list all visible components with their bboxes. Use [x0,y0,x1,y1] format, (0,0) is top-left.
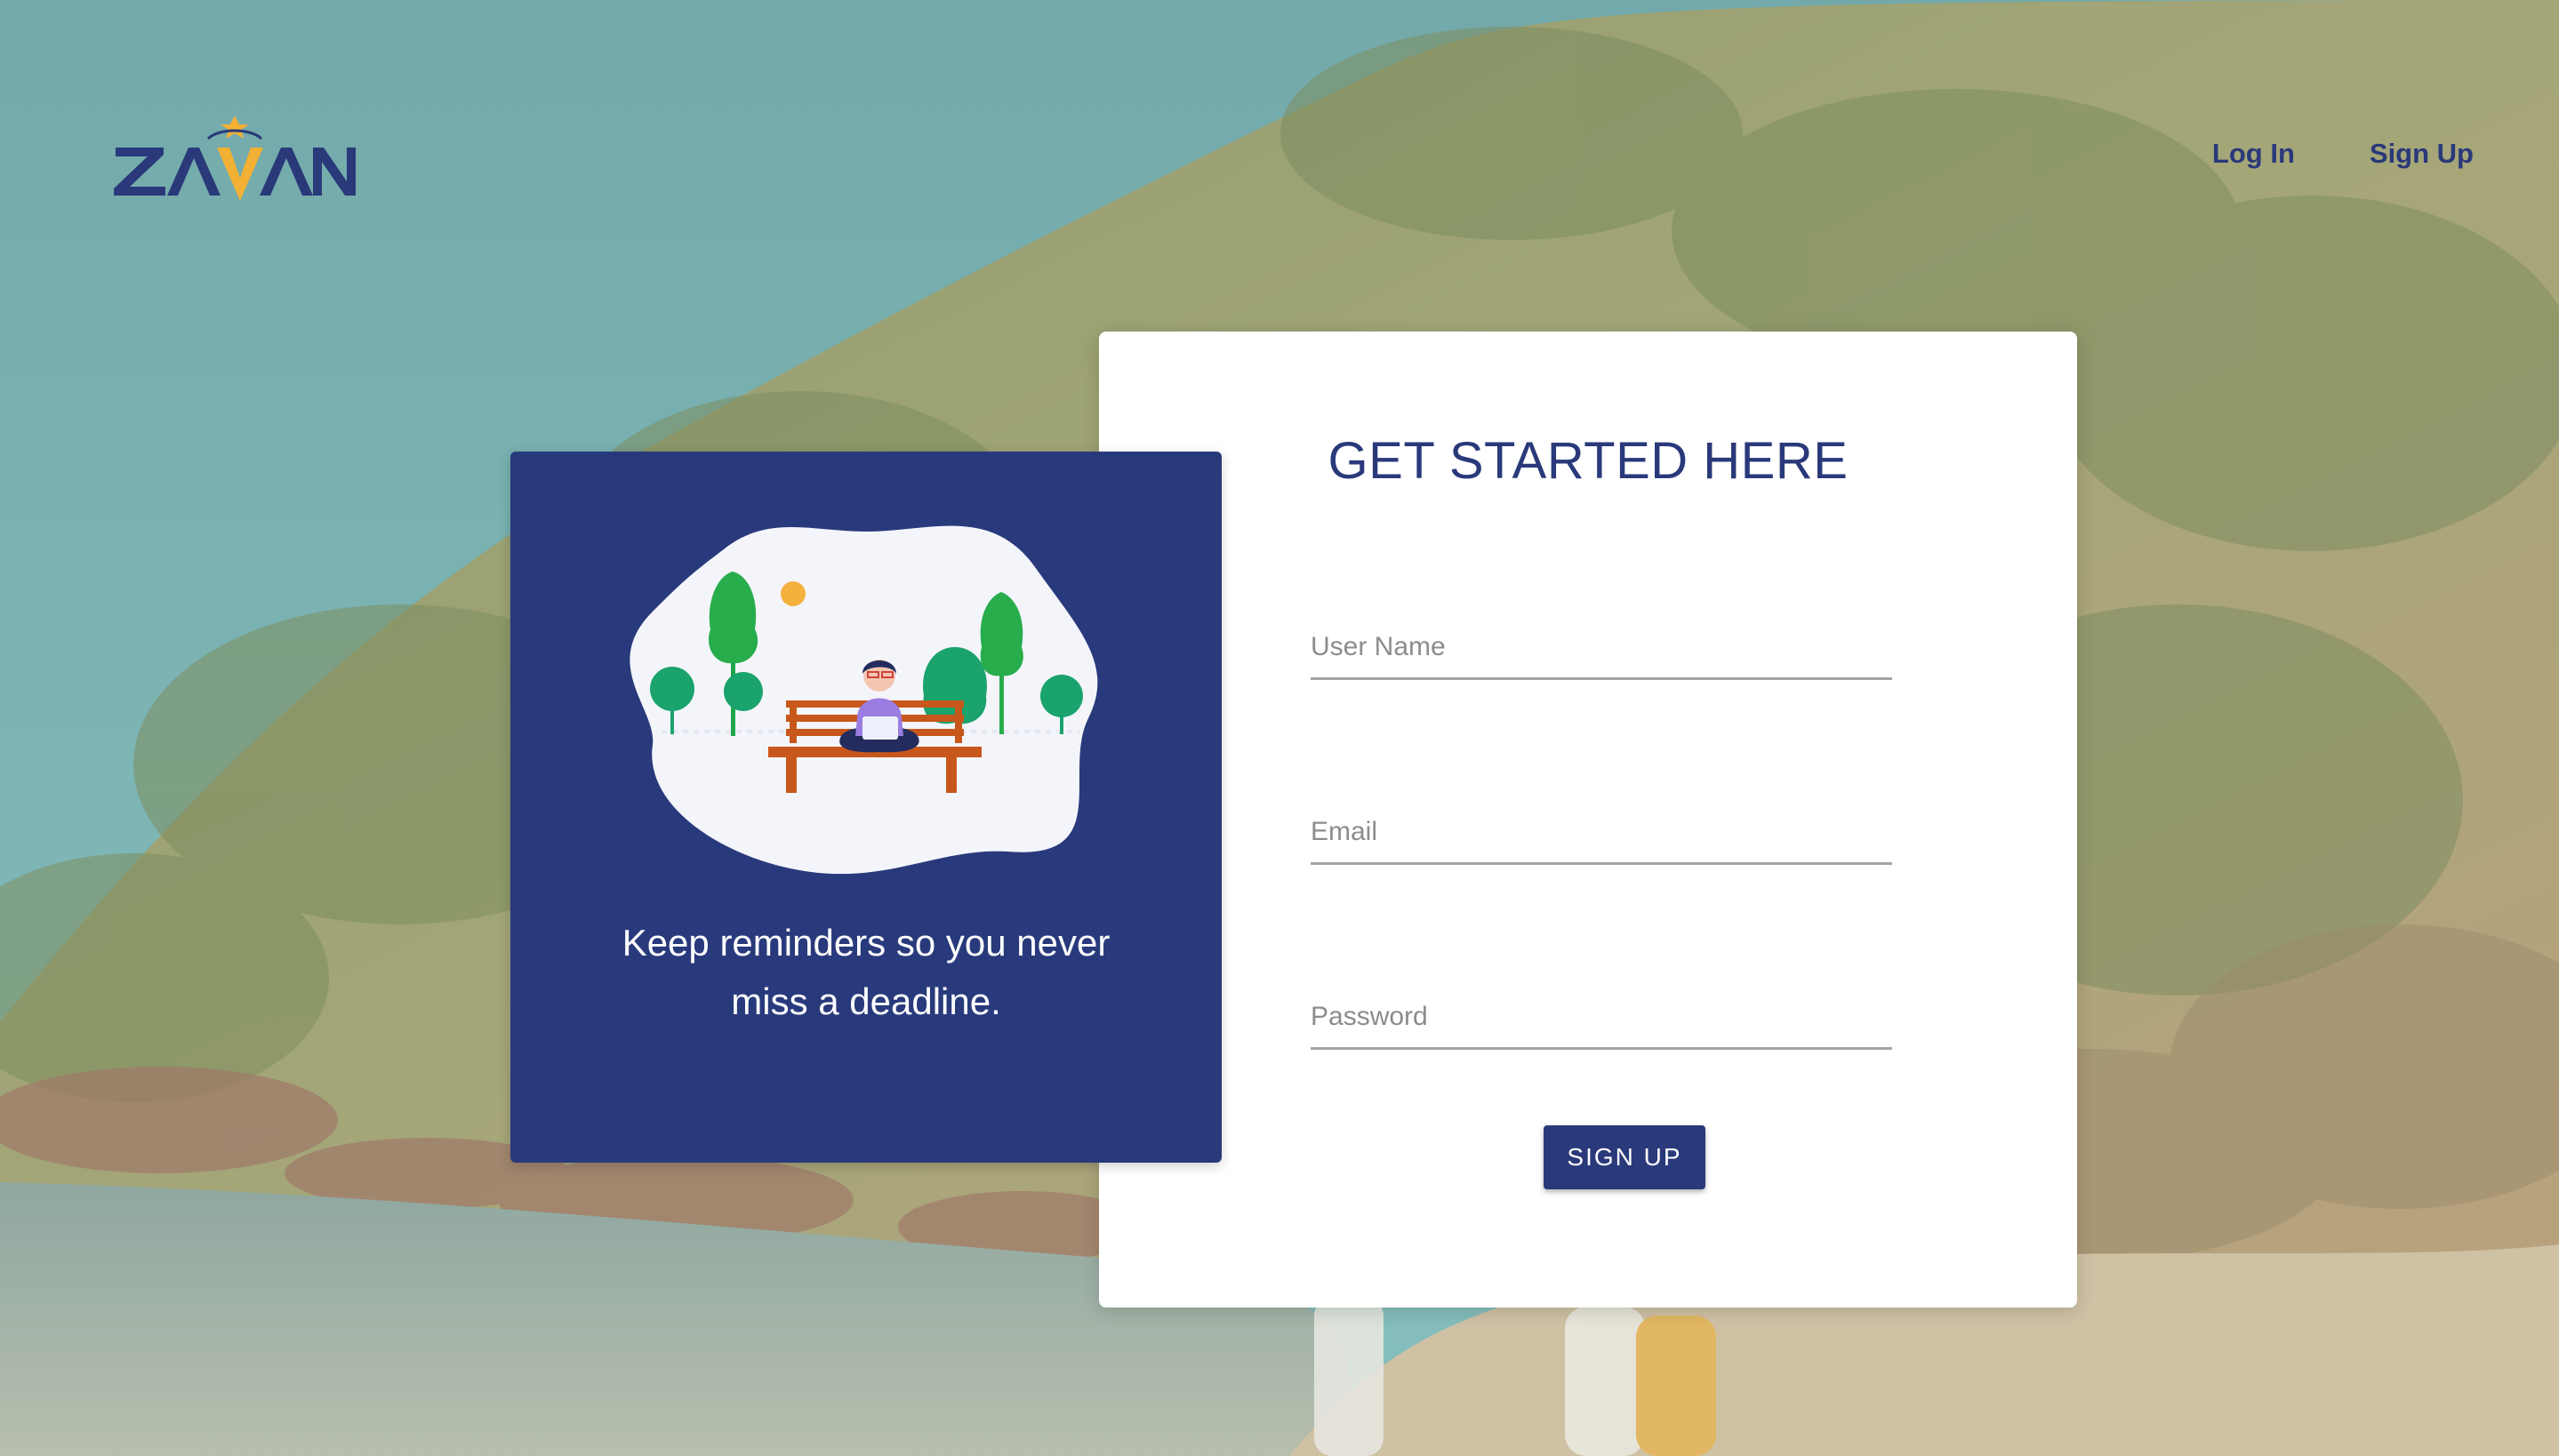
email-field-wrapper [1311,801,1892,867]
username-field-wrapper [1311,616,1892,682]
password-field-wrapper [1311,986,1892,1052]
info-card: Keep reminders so you never miss a deadl… [510,452,1222,1163]
signup-link[interactable]: Sign Up [2370,138,2474,170]
password-input[interactable] [1311,986,1892,1050]
sign-up-button[interactable]: SIGN UP [1544,1125,1705,1189]
zavan-logo-icon[interactable] [112,105,357,203]
signup-form-card: GET STARTED HERE SIGN UP [1099,332,2077,1308]
person-on-bench-illustration [630,525,1098,875]
logo-star-icon [206,116,263,140]
top-nav: Log In Sign Up [2212,138,2474,170]
username-input[interactable] [1311,616,1892,680]
email-input[interactable] [1311,801,1892,865]
form-title: GET STARTED HERE [1328,432,1849,490]
login-link[interactable]: Log In [2212,138,2295,170]
sun-icon [781,581,806,606]
info-card-text: Keep reminders so you never miss a deadl… [622,922,1111,1022]
